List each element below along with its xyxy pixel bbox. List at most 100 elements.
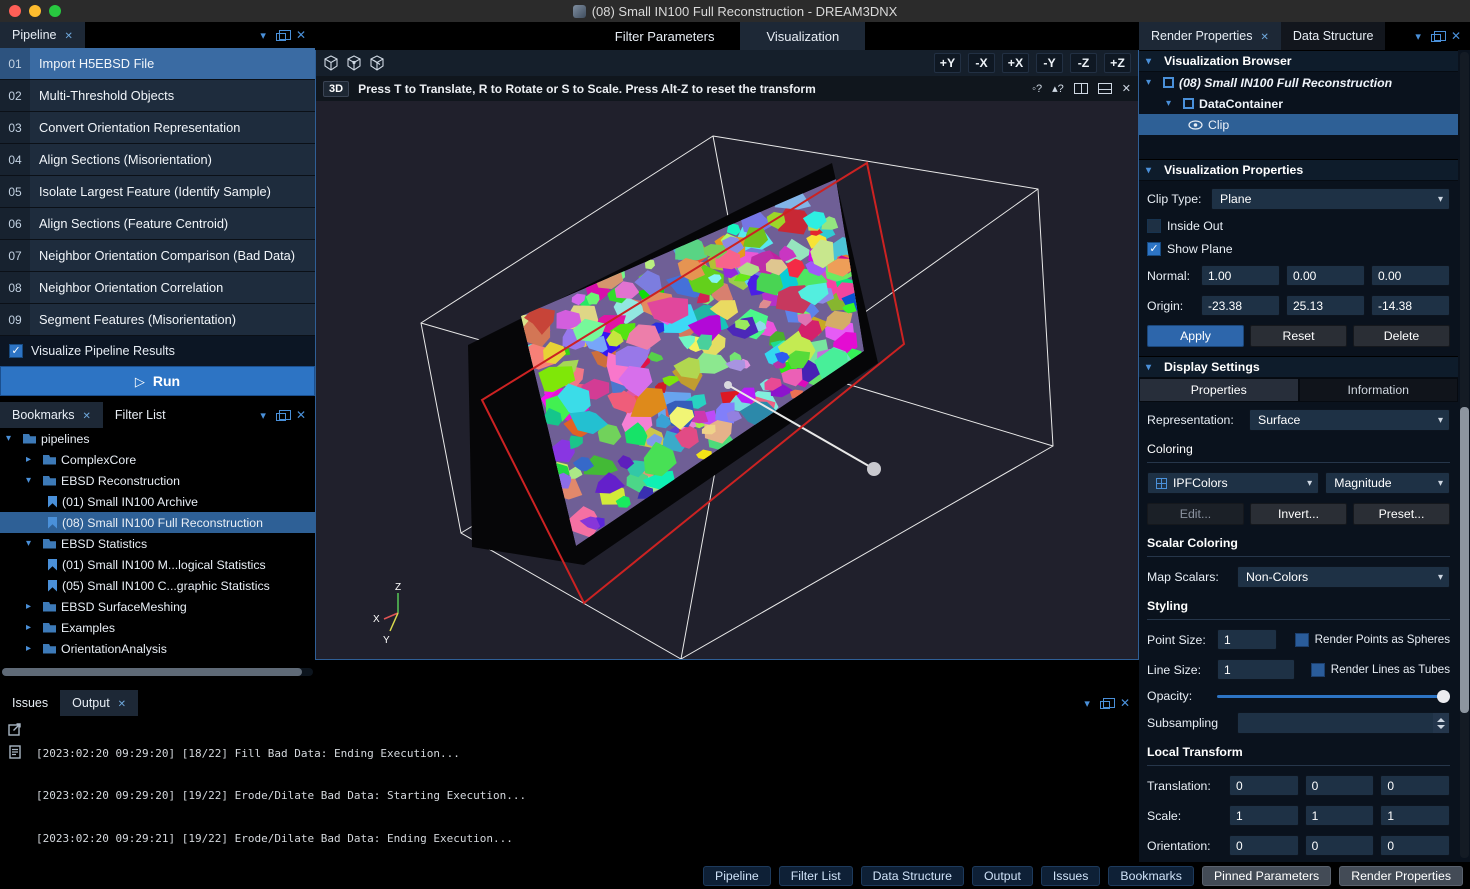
toggle-issues-button[interactable]: Issues xyxy=(1041,866,1101,886)
invert-colors-button[interactable]: Invert... xyxy=(1250,503,1347,525)
toggle-pinned-parameters-button[interactable]: Pinned Parameters xyxy=(1202,866,1331,886)
split-horizontal-icon[interactable] xyxy=(1098,83,1112,94)
pipeline-undock-icon[interactable] xyxy=(276,33,286,41)
edit-colors-button[interactable]: Edit... xyxy=(1147,503,1244,525)
close-render-properties-tab-icon[interactable] xyxy=(1260,29,1268,43)
point-info-help-icon[interactable]: ◦? xyxy=(1032,83,1042,95)
tree-item-small-in100-archive[interactable]: (01) Small IN100 Archive xyxy=(0,491,315,512)
tab-visualization[interactable]: Visualization xyxy=(740,22,865,50)
close-window-button[interactable] xyxy=(9,5,21,17)
map-scalars-dropdown[interactable]: Non-Colors xyxy=(1237,566,1450,588)
slider-thumb[interactable] xyxy=(1437,690,1450,703)
projection-cube-icon[interactable] xyxy=(369,55,385,71)
tab-issues[interactable]: Issues xyxy=(0,690,60,716)
pipeline-filter-row[interactable]: 08 Neighbor Orientation Correlation xyxy=(0,272,315,304)
log-document-icon[interactable] xyxy=(7,744,23,760)
right-menu-caret-icon[interactable] xyxy=(1415,29,1421,43)
chevron-down-icon[interactable] xyxy=(6,433,18,444)
reset-view-cube-icon[interactable] xyxy=(323,55,339,71)
coloring-component-dropdown[interactable]: Magnitude xyxy=(1325,472,1450,494)
tree-item-orientationanalysis[interactable]: OrientationAnalysis xyxy=(0,638,315,659)
normal-x-field[interactable] xyxy=(1201,265,1280,286)
camera-minus-z-button[interactable]: -Z xyxy=(1070,53,1097,73)
tree-item-morphological-statistics[interactable]: (01) Small IN100 M...logical Statistics xyxy=(0,554,315,575)
tree-item-ebsd-surfacemeshing[interactable]: EBSD SurfaceMeshing xyxy=(0,596,315,617)
minimize-window-button[interactable] xyxy=(29,5,41,17)
browser-item-clip[interactable]: Clip xyxy=(1139,114,1458,135)
origin-x-field[interactable] xyxy=(1201,295,1280,316)
translation-z-field[interactable] xyxy=(1380,775,1450,796)
pipeline-filter-row[interactable]: 02 Multi-Threshold Objects xyxy=(0,80,315,112)
reset-button[interactable]: Reset xyxy=(1250,325,1347,347)
close-output-tab-icon[interactable] xyxy=(118,696,126,710)
pipeline-menu-caret-icon[interactable] xyxy=(260,28,266,42)
chevron-down-icon[interactable] xyxy=(26,538,38,549)
scale-y-field[interactable] xyxy=(1305,805,1375,826)
coloring-array-dropdown[interactable]: IPFColors xyxy=(1147,472,1319,494)
toggle-pipeline-button[interactable]: Pipeline xyxy=(703,866,771,886)
output-undock-icon[interactable] xyxy=(1100,701,1110,709)
chevron-down-icon[interactable] xyxy=(1146,77,1158,88)
visualization-properties-header[interactable]: Visualization Properties xyxy=(1139,159,1458,181)
scale-z-field[interactable] xyxy=(1380,805,1450,826)
run-pipeline-button[interactable]: Run xyxy=(0,366,315,396)
chevron-down-icon[interactable] xyxy=(1166,98,1178,109)
tab-pipeline[interactable]: Pipeline xyxy=(0,22,85,48)
scrollbar-thumb[interactable] xyxy=(1460,407,1469,713)
chevron-right-icon[interactable] xyxy=(26,454,38,465)
show-plane-checkbox[interactable] xyxy=(1147,242,1161,256)
close-viewport-icon[interactable] xyxy=(1122,82,1131,95)
zoom-window-button[interactable] xyxy=(49,5,61,17)
chevron-right-icon[interactable] xyxy=(26,601,38,612)
translation-x-field[interactable] xyxy=(1229,775,1299,796)
slider-track[interactable] xyxy=(1217,695,1450,698)
chevron-down-icon[interactable] xyxy=(1146,362,1158,373)
subsampling-spinbox[interactable] xyxy=(1237,712,1450,734)
pipeline-close-icon[interactable] xyxy=(296,28,306,42)
browser-item-reconstruction[interactable]: (08) Small IN100 Full Reconstruction xyxy=(1139,72,1458,93)
split-vertical-icon[interactable] xyxy=(1074,83,1088,94)
normal-y-field[interactable] xyxy=(1286,265,1365,286)
tree-item-ebsd-statistics[interactable]: EBSD Statistics xyxy=(0,533,315,554)
right-undock-icon[interactable] xyxy=(1431,34,1441,42)
chevron-right-icon[interactable] xyxy=(26,643,38,654)
normal-z-field[interactable] xyxy=(1371,265,1450,286)
tab-filter-parameters[interactable]: Filter Parameters xyxy=(589,22,741,50)
inside-out-checkbox[interactable] xyxy=(1147,219,1161,233)
delete-button[interactable]: Delete xyxy=(1353,325,1450,347)
bookmarks-undock-icon[interactable] xyxy=(276,413,286,421)
toggle-render-properties-button[interactable]: Render Properties xyxy=(1339,866,1463,886)
orientation-x-field[interactable] xyxy=(1229,835,1299,856)
tree-item-crystallographic-statistics[interactable]: (05) Small IN100 C...graphic Statistics xyxy=(0,575,315,596)
render-points-as-spheres-checkbox[interactable] xyxy=(1295,633,1309,647)
scale-x-field[interactable] xyxy=(1229,805,1299,826)
close-pipeline-tab-icon[interactable] xyxy=(64,28,72,42)
scrollbar-thumb[interactable] xyxy=(2,668,302,676)
right-panel-scrollbar[interactable] xyxy=(1460,52,1469,858)
point-size-field[interactable] xyxy=(1217,629,1277,650)
render-lines-as-tubes-checkbox[interactable] xyxy=(1311,663,1325,677)
camera-plus-z-button[interactable]: +Z xyxy=(1104,53,1131,73)
orientation-z-field[interactable] xyxy=(1380,835,1450,856)
chevron-down-icon[interactable] xyxy=(26,475,38,486)
output-close-icon[interactable] xyxy=(1120,696,1130,710)
opacity-slider[interactable] xyxy=(1217,689,1450,703)
3d-viewport[interactable]: Z X Y xyxy=(316,101,1138,659)
mode-3d-badge[interactable]: 3D xyxy=(323,81,349,97)
representation-dropdown[interactable]: Surface xyxy=(1249,409,1450,431)
toggle-filter-list-button[interactable]: Filter List xyxy=(779,866,853,886)
tree-item-ebsd-reconstruction[interactable]: EBSD Reconstruction xyxy=(0,470,315,491)
translation-y-field[interactable] xyxy=(1305,775,1375,796)
display-settings-header[interactable]: Display Settings xyxy=(1139,356,1458,378)
toggle-data-structure-button[interactable]: Data Structure xyxy=(861,866,964,886)
3d-viewport-canvas[interactable]: Z X Y xyxy=(316,101,1138,659)
orientation-y-field[interactable] xyxy=(1305,835,1375,856)
pipeline-filter-row[interactable]: 05 Isolate Largest Feature (Identify Sam… xyxy=(0,176,315,208)
tab-information[interactable]: Information xyxy=(1299,378,1459,402)
output-menu-caret-icon[interactable] xyxy=(1084,696,1090,710)
right-close-icon[interactable] xyxy=(1451,29,1461,43)
pipeline-filter-row[interactable]: 01 Import H5EBSD File xyxy=(0,48,315,80)
origin-z-field[interactable] xyxy=(1371,295,1450,316)
visualization-browser-header[interactable]: Visualization Browser xyxy=(1139,50,1458,72)
spin-down-icon[interactable] xyxy=(1437,725,1445,729)
